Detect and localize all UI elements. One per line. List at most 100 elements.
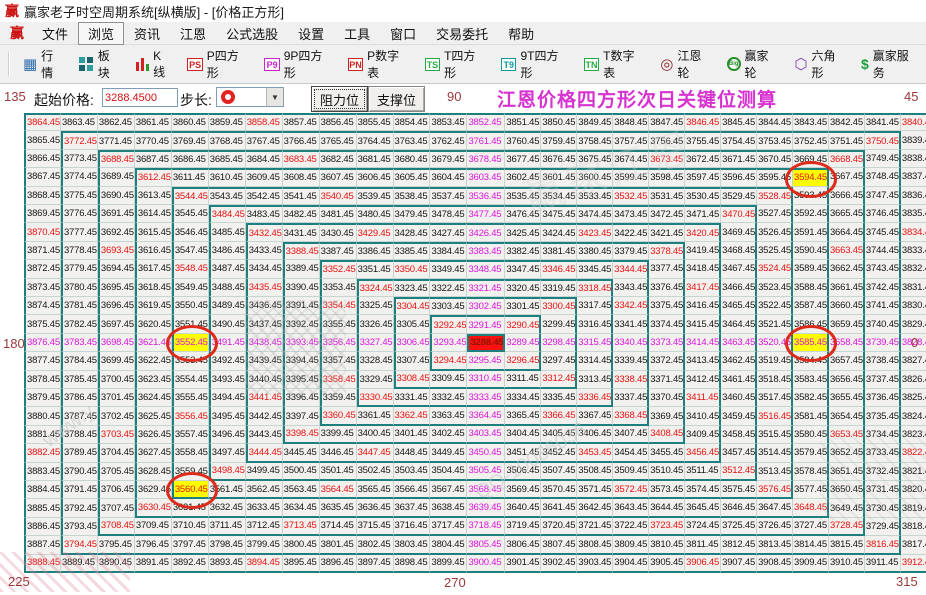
toolbar-item-9P四方形[interactable]: P9 9P四方形 [256, 49, 339, 80]
grid-cell: 3829.45 [900, 315, 926, 334]
grid-cell: 3607.45 [319, 168, 357, 187]
grid-cell: 3803.45 [393, 536, 431, 555]
grid-cell: 3848.45 [613, 113, 650, 132]
grid-cell: 3684.45 [245, 149, 283, 169]
toolbar-item-K线[interactable]: K线 [128, 48, 179, 79]
toolbar-item-行情[interactable]: ▦ 行情 [15, 49, 71, 80]
grid-cell: 3805.45 [467, 536, 506, 555]
grid-cell: 3332.45 [430, 388, 468, 408]
grid-cell: 3300.45 [541, 296, 578, 316]
grid-cell: 3337.45 [613, 388, 650, 408]
red-dot-icon [221, 90, 235, 104]
grid-cell: 3748.45 [864, 168, 901, 187]
toolbar-item-9T四方形[interactable]: T9 9T四方形 [493, 49, 576, 80]
grid-cell: 3820.45 [900, 480, 926, 500]
toolbar-item-label: T四方形 [444, 49, 476, 80]
grid-cell: 3583.45 [793, 370, 829, 389]
menu-item-7[interactable]: 工具 [334, 22, 380, 45]
grid-cell: 3716.45 [393, 517, 431, 537]
grid-cell: 3396.45 [282, 388, 320, 408]
menu-item-4[interactable]: 江恩 [170, 22, 216, 45]
toolbar-item-六角形[interactable]: ⬡ 六角形 [786, 49, 853, 80]
grid-cell: 3678.45 [467, 149, 506, 169]
grid-cell: 3806.45 [505, 536, 542, 555]
grid-cell: 3308.45 [393, 370, 431, 389]
grid-cell: 3812.45 [721, 536, 758, 555]
toolbar-item-赢家轮[interactable]: Big 赢家轮 [719, 49, 786, 80]
menu-item-1[interactable]: 文件 [32, 22, 78, 45]
angle-label-315: 315 [896, 574, 918, 589]
grid-cell: 3339.45 [613, 352, 650, 371]
grid-cell: 3451.45 [505, 444, 542, 463]
grid-cell: 3618.45 [134, 278, 172, 297]
menu-item-3[interactable]: 资讯 [124, 22, 170, 45]
toolbar-item-江恩轮[interactable]: ◎ 江恩轮 [652, 49, 719, 80]
toolbar-item-T数字表[interactable]: TN T数字表 [576, 49, 652, 80]
menu-item-5[interactable]: 公式选股 [216, 22, 288, 45]
toolbar-item-T四方形[interactable]: TS T四方形 [417, 49, 493, 80]
grid-cell: 3500.45 [282, 462, 320, 481]
grid-cell: 3788.45 [60, 425, 98, 445]
grid-cell: 3837.45 [900, 168, 926, 187]
grid-cell: 3414.45 [685, 333, 722, 353]
grid-cell: 3560.45 [165, 471, 218, 509]
grid-cell: 3429.45 [356, 223, 394, 242]
grid-cell: 3399.45 [319, 425, 357, 445]
grid-cell: 3408.45 [649, 425, 686, 445]
grid-cell: 3843.45 [793, 113, 829, 132]
grid-cell: 3825.45 [900, 388, 926, 408]
grid-cell: 3862.45 [97, 113, 135, 132]
grid-cell: 3728.45 [828, 517, 865, 537]
chevron-down-icon[interactable]: ▼ [266, 88, 283, 106]
grid-cell: 3463.45 [721, 333, 758, 353]
grid-cell: 3567.45 [430, 480, 468, 500]
grid-cell: 3701.45 [97, 388, 135, 408]
grid-cell: 3651.45 [828, 462, 865, 481]
grid-cell: 3580.45 [793, 425, 829, 445]
grid-cell: 3413.45 [685, 352, 722, 371]
grid-cell: 3457.45 [721, 444, 758, 463]
support-button[interactable]: 支撑位 [368, 86, 425, 112]
grid-cell: 3522.45 [757, 296, 794, 316]
grid-cell: 3740.45 [864, 315, 901, 334]
step-select[interactable]: ▼ [216, 87, 284, 107]
grid-cell: 3628.45 [134, 462, 172, 481]
grid-cell: 3682.45 [319, 149, 357, 169]
grid-cell: 3331.45 [393, 388, 431, 408]
start-price-input[interactable] [102, 88, 178, 107]
menu-item-2[interactable]: 浏览 [78, 21, 125, 45]
grid-cell: 3477.45 [467, 204, 506, 224]
grid-cell: 3425.45 [505, 223, 542, 242]
grid-cell: 3690.45 [97, 186, 135, 205]
menu-bar: 赢 文件 浏览 资讯 江恩 公式选股 设置 工具 窗口 交易委托 帮助 [0, 21, 926, 45]
grid-cell: 3683.45 [282, 149, 320, 169]
grid-cell: 3614.45 [134, 204, 172, 224]
grid-cell: 3523.45 [757, 278, 794, 297]
menu-item-10[interactable]: 帮助 [498, 22, 544, 45]
toolbar-item-P四方形[interactable]: PS P四方形 [179, 49, 256, 80]
toolbar-item-label: K线 [153, 48, 166, 79]
grid-cell: 3577.45 [793, 480, 829, 500]
toolbar-item-赢家服务[interactable]: $ 赢家服务 [853, 49, 926, 80]
grid-cell: 3438.45 [245, 333, 283, 353]
grid-cell: 3505.45 [467, 462, 506, 481]
resistance-button[interactable]: 阻力位 [311, 86, 368, 112]
grid-cell: 3786.45 [60, 388, 98, 408]
menu-item-8[interactable]: 窗口 [380, 22, 426, 45]
menu-item-9[interactable]: 交易委托 [426, 22, 498, 45]
toolbar-item-P数字表[interactable]: PN P数字表 [340, 49, 417, 80]
grid-cell: 3604.45 [430, 168, 468, 187]
grid-cell: 3908.45 [757, 554, 794, 573]
grid-cell: 3878.45 [24, 370, 61, 389]
toolbar-item-板块[interactable]: 板块 [71, 49, 128, 80]
menu-item-6[interactable]: 设置 [288, 22, 334, 45]
grid-cell: 3594.45 [785, 161, 838, 199]
grid-cell: 3536.45 [467, 186, 506, 205]
grid-cell: 3656.45 [828, 370, 865, 389]
grid-cell: 3394.45 [282, 352, 320, 371]
grid-cell: 3490.45 [208, 315, 246, 334]
grid-cell: 3391.45 [282, 296, 320, 316]
grid-cell: 3541.45 [282, 186, 320, 205]
grid-cell: 3582.45 [793, 388, 829, 408]
grid-cell: 3356.45 [319, 333, 357, 353]
